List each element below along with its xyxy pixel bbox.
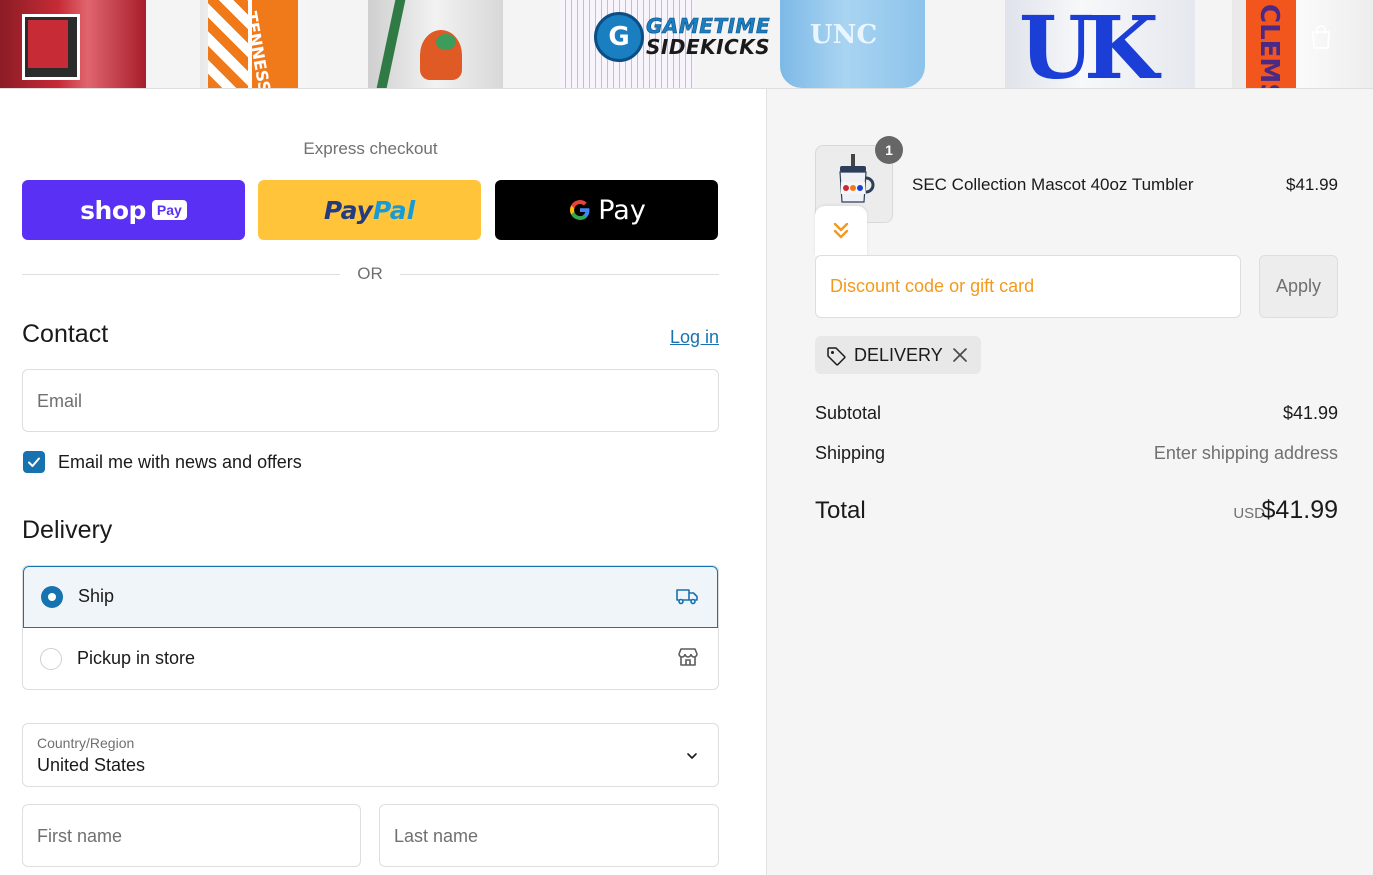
applied-discount-tag: DELIVERY [815, 336, 981, 374]
google-pay-button[interactable]: Pay [495, 180, 718, 240]
ship-radio[interactable] [41, 586, 63, 608]
last-name-placeholder: Last name [394, 826, 479, 846]
contact-heading: Contact [22, 320, 109, 348]
discount-code-input[interactable]: Discount code or gift card [815, 255, 1241, 318]
shopping-bag-icon[interactable] [1309, 24, 1333, 50]
banner-cup-unc: UNC [780, 0, 925, 88]
order-summary-column: 1 SEC Collection Mascot 40oz Tumbler $41… [767, 89, 1373, 875]
or-divider-right [400, 274, 719, 275]
shop-pay-badge: Pay [151, 200, 187, 220]
discount-placeholder: Discount code or gift card [830, 276, 1035, 296]
checkout-form-column: Express checkout shop Pay PayPal Pay OR … [0, 89, 767, 875]
subtotal-value: $41.99 [1282, 403, 1338, 423]
header-banner: TENNESSEE G GAMETIME SIDEKICKS UNC UK CL… [0, 0, 1373, 89]
total-label: Total [815, 497, 866, 524]
login-link[interactable]: Log in [670, 327, 719, 348]
shipping-label: Shipping [815, 443, 886, 463]
logo-mark-icon: G [594, 12, 644, 62]
newsletter-checkbox[interactable] [23, 451, 45, 473]
google-g-icon [570, 200, 590, 221]
checkmark-icon [28, 457, 40, 467]
newsletter-label[interactable]: Email me with news and offers [58, 452, 302, 473]
express-checkout-title: Express checkout [303, 139, 438, 158]
country-select-value: United States [37, 755, 146, 775]
country-select[interactable]: Country/Region United States [22, 723, 719, 787]
expand-summary-toggle[interactable] [815, 206, 867, 256]
logo-line1: GAMETIME [646, 14, 771, 38]
product-name: SEC Collection Mascot 40oz Tumbler [912, 175, 1194, 194]
truck-icon [676, 589, 698, 605]
banner-cup-mascot-head [436, 34, 456, 50]
total-value: $41.99 [1261, 496, 1338, 524]
country-select-label: Country/Region [37, 735, 135, 751]
subtotal-label: Subtotal [815, 403, 882, 423]
delivery-option-ship[interactable]: Ship [23, 566, 718, 628]
banner-cup-tennessee: TENNESSEE [200, 0, 316, 88]
first-name-field[interactable]: First name [22, 804, 361, 867]
email-placeholder: Email [37, 391, 83, 411]
banner-text-unc: UNC [810, 20, 878, 50]
banner-cup-clemson: CLEMS [1232, 0, 1373, 88]
shop-pay-button[interactable]: shop Pay [22, 180, 245, 240]
email-field[interactable]: Email [22, 369, 719, 432]
first-name-placeholder: First name [37, 826, 123, 846]
delivery-heading: Delivery [22, 516, 113, 544]
logo-wordmark: GAMETIME SIDEKICKS [646, 14, 771, 59]
store-icon [678, 648, 698, 666]
paypal-word-part2: Pal [372, 195, 416, 225]
pickup-label: Pickup in store [77, 648, 196, 668]
paypal-wordmark: PayPal [324, 196, 415, 225]
double-chevron-down-icon [833, 222, 849, 239]
total-currency: USD [1233, 505, 1265, 522]
site-logo[interactable]: G GAMETIME SIDEKICKS [594, 10, 770, 64]
chevron-down-icon [687, 753, 697, 759]
delivery-option-pickup[interactable]: Pickup in store [23, 628, 718, 689]
quantity-badge: 1 [875, 136, 903, 164]
delivery-method-group: Ship Pickup in store [22, 565, 719, 690]
applied-discount-code: DELIVERY [854, 345, 943, 365]
or-divider-left [22, 274, 340, 275]
banner-cup-miami [368, 0, 503, 88]
ship-label: Ship [78, 586, 115, 606]
banner-cup-kentucky: UK [1005, 0, 1195, 88]
banner-cup-emblem-inner [28, 20, 68, 68]
pickup-radio[interactable] [40, 648, 62, 670]
remove-discount-icon[interactable] [951, 346, 969, 364]
tag-icon [827, 347, 846, 366]
or-divider-text: OR [357, 264, 383, 283]
apply-discount-button[interactable]: Apply [1259, 255, 1338, 318]
shop-pay-wordmark: shop [80, 195, 146, 225]
banner-text-uk: UK [1019, 0, 1159, 88]
product-price: $41.99 [1286, 175, 1338, 194]
paypal-word-part1: Pay [323, 195, 373, 225]
banner-text-clemson: CLEMS [1254, 4, 1284, 88]
last-name-field[interactable]: Last name [379, 804, 719, 867]
banner-cup-alabama [0, 0, 146, 88]
google-pay-wordmark: Pay [598, 194, 646, 226]
banner-cup-line [376, 0, 406, 88]
paypal-button[interactable]: PayPal [258, 180, 481, 240]
logo-line2: SIDEKICKS [646, 35, 771, 59]
shipping-value: Enter shipping address [1153, 443, 1338, 463]
